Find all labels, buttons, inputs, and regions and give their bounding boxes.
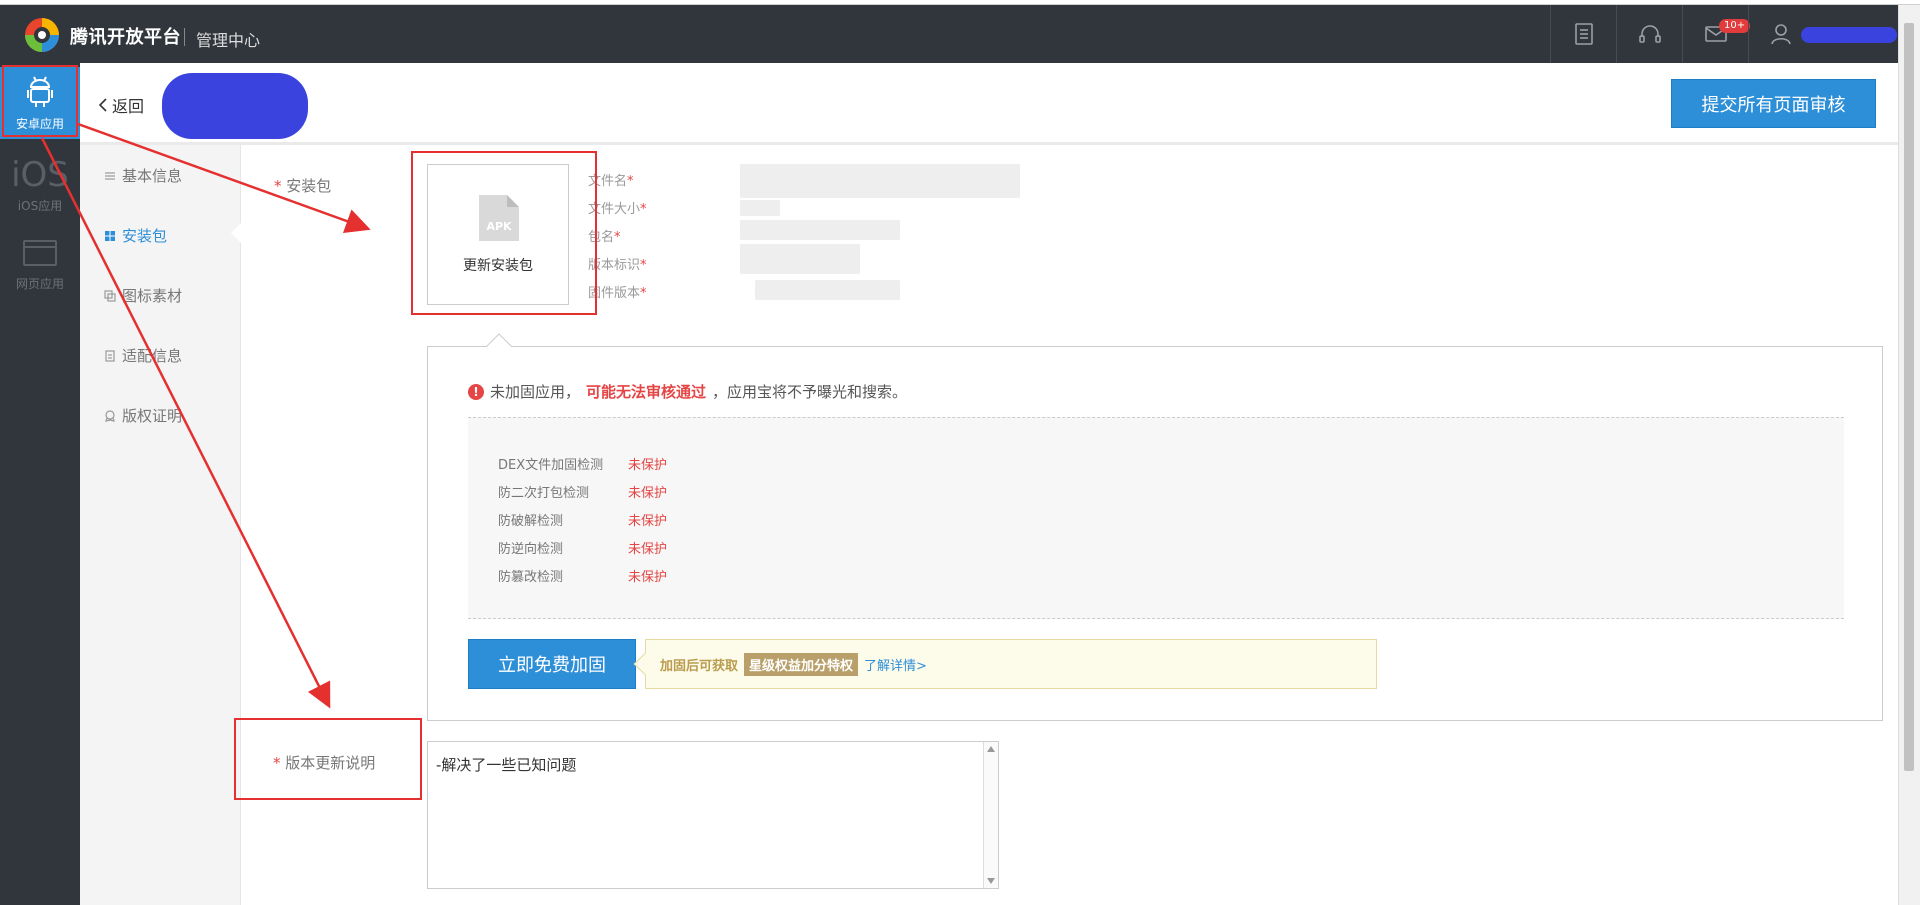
tencent-logo-icon[interactable] bbox=[22, 15, 62, 55]
nav-ios-apps[interactable]: iOS iOS应用 bbox=[0, 155, 80, 227]
section-menu: 基本信息 安装包 图标素材 适配信息 版权证明 bbox=[80, 145, 241, 905]
check-row: 防篡改检测 未保护 bbox=[498, 570, 668, 585]
docs-button[interactable] bbox=[1550, 5, 1616, 63]
list-icon bbox=[105, 171, 115, 180]
image-icon bbox=[104, 289, 116, 302]
ios-icon: iOS bbox=[11, 155, 69, 195]
back-button[interactable]: 返回 bbox=[98, 93, 144, 117]
meta-value-blurred bbox=[740, 244, 860, 274]
scrollbar-thumb[interactable] bbox=[1904, 23, 1914, 771]
install-package-label: * 安装包 bbox=[274, 177, 332, 195]
nav-ios-label: iOS应用 bbox=[17, 199, 63, 213]
menu-adaptation-info-label: 适配信息 bbox=[122, 347, 183, 365]
check-row: 防逆向检测 未保护 bbox=[498, 542, 668, 557]
doc-icon bbox=[105, 349, 115, 362]
grid-icon bbox=[105, 230, 115, 241]
learn-more-link[interactable]: 了解详情> bbox=[864, 655, 927, 674]
messages-button[interactable]: 10+ bbox=[1682, 5, 1751, 63]
page-header: 返回 提交所有页面审核 bbox=[80, 63, 1898, 145]
scroll-up-icon bbox=[987, 746, 995, 752]
menu-install-package-label: 安装包 bbox=[122, 227, 168, 245]
menu-icon-assets[interactable]: 图标素材 bbox=[104, 285, 182, 306]
menu-icon-assets-label: 图标素材 bbox=[122, 287, 183, 305]
user-menu[interactable] bbox=[1748, 5, 1898, 63]
annotation-box bbox=[2, 65, 78, 137]
management-center-link[interactable]: 管理中心 bbox=[196, 27, 260, 51]
headset-icon bbox=[1638, 25, 1661, 43]
hardening-warning: ! 未加固应用， 可能无法审核通过 ，应用宝将不予曝光和搜索。 bbox=[468, 381, 907, 402]
menu-basic-info-label: 基本信息 bbox=[122, 167, 183, 185]
hardening-promo: 加固后可获取 星级权益加分特权 了解详情> bbox=[633, 639, 1377, 689]
support-button[interactable] bbox=[1616, 5, 1682, 63]
menu-copyright-proof[interactable]: 版权证明 bbox=[104, 405, 182, 426]
scroll-down-icon bbox=[987, 878, 995, 884]
top-actions: 10+ bbox=[1550, 5, 1898, 63]
nav-web-apps[interactable]: 网页应用 bbox=[0, 233, 80, 305]
brand-divider bbox=[184, 28, 185, 46]
hardening-panel: ! 未加固应用， 可能无法审核通过 ，应用宝将不予曝光和搜索。 DEX文件加固检… bbox=[427, 346, 1883, 721]
check-row: 防二次打包检测 未保护 bbox=[498, 486, 668, 501]
nav-web-label: 网页应用 bbox=[15, 277, 64, 291]
meta-value-blurred bbox=[740, 220, 900, 240]
app-name-redacted bbox=[162, 73, 308, 139]
menu-basic-info[interactable]: 基本信息 bbox=[104, 165, 182, 186]
app-type-nav: 安卓应用 iOS iOS应用 网页应用 bbox=[0, 63, 80, 905]
browser-icon bbox=[23, 240, 57, 266]
active-menu-pointer bbox=[231, 222, 242, 244]
badge-icon bbox=[105, 409, 115, 422]
chevron-left-icon bbox=[98, 98, 107, 112]
menu-install-package[interactable]: 安装包 bbox=[104, 225, 167, 246]
check-row: 防破解检测 未保护 bbox=[498, 514, 668, 529]
top-navigation-bar: 腾讯开放平台 管理中心 10+ bbox=[0, 5, 1898, 63]
page-scrollbar[interactable] bbox=[1898, 5, 1920, 905]
security-check-list: DEX文件加固检测 未保护 防二次打包检测 未保护 防破解检测 未保护 防逆向检测 未保… bbox=[468, 417, 1844, 619]
meta-value-blurred bbox=[740, 200, 780, 216]
user-name-redacted bbox=[1801, 27, 1897, 43]
version-notes-textarea[interactable] bbox=[427, 741, 999, 889]
user-icon bbox=[1771, 24, 1791, 45]
submit-all-review-button[interactable]: 提交所有页面审核 bbox=[1671, 79, 1876, 128]
promo-tag: 星级权益加分特权 bbox=[744, 652, 859, 676]
textarea-scrollbar[interactable] bbox=[983, 742, 998, 888]
free-hardening-button[interactable]: 立即免费加固 bbox=[468, 639, 636, 689]
annotation-box bbox=[411, 151, 597, 315]
menu-copyright-proof-label: 版权证明 bbox=[122, 407, 183, 425]
meta-value-blurred bbox=[755, 280, 900, 300]
check-row: DEX文件加固检测 未保护 bbox=[498, 458, 668, 473]
brand-name[interactable]: 腾讯开放平台 bbox=[70, 23, 181, 49]
promo-pointer bbox=[633, 652, 657, 676]
mail-badge: 10+ bbox=[1719, 19, 1751, 33]
meta-value-blurred bbox=[740, 164, 1020, 198]
annotation-box bbox=[234, 718, 422, 800]
document-icon bbox=[1574, 23, 1593, 45]
menu-adaptation-info[interactable]: 适配信息 bbox=[104, 345, 182, 366]
warning-icon: ! bbox=[468, 383, 484, 400]
back-label: 返回 bbox=[112, 97, 145, 116]
